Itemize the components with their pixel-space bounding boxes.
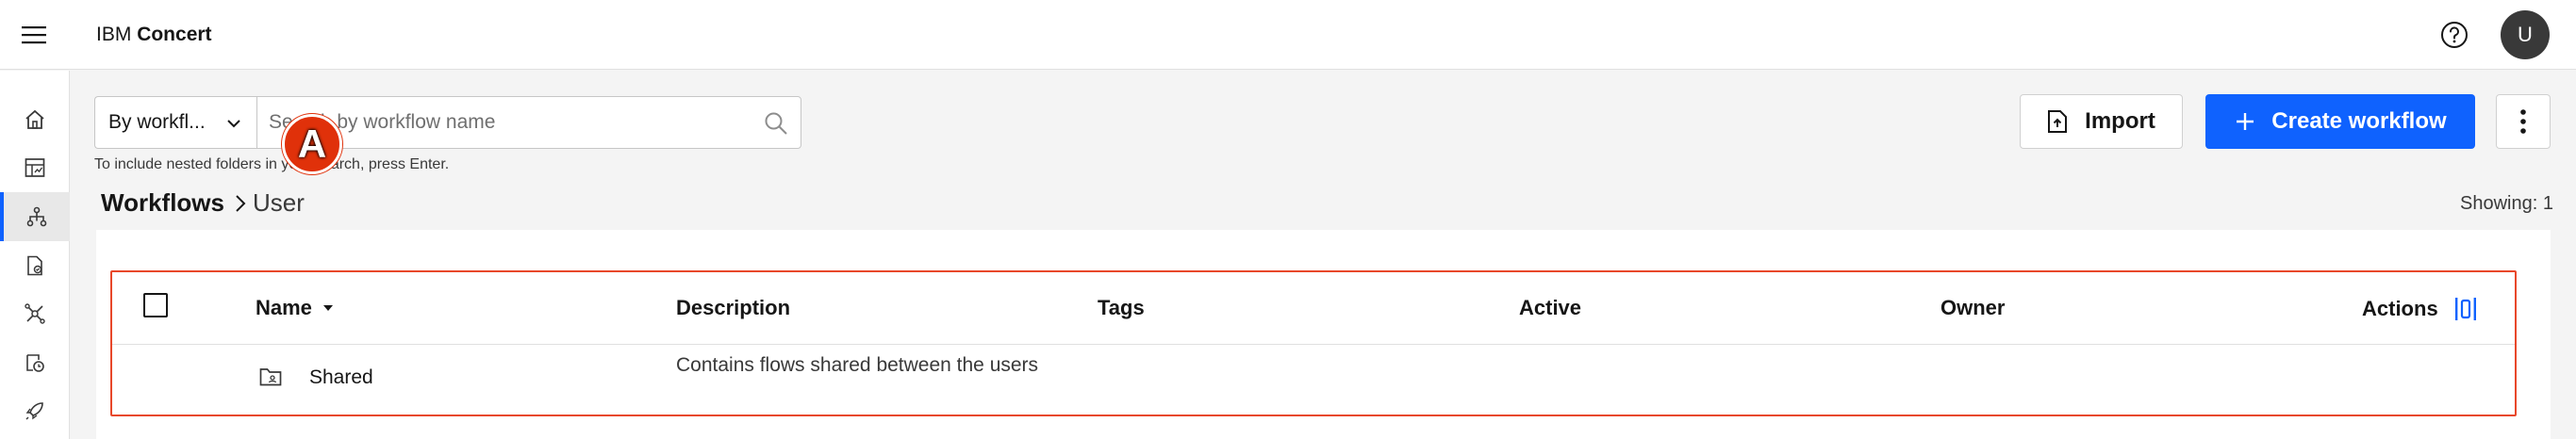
annotation-marker: A: [282, 114, 342, 174]
sidebar-item-workflows[interactable]: [0, 192, 70, 241]
overflow-menu-button[interactable]: [2496, 94, 2551, 149]
app-brand[interactable]: IBM Concert: [96, 24, 212, 46]
brand-name: Concert: [137, 23, 212, 45]
chevron-right-icon: [236, 194, 246, 212]
overflow-menu-icon: [2520, 109, 2526, 134]
breadcrumb-root[interactable]: Workflows: [101, 188, 224, 218]
schedule-icon: [26, 354, 44, 372]
table-highlight-outline: [110, 270, 2517, 416]
sidebar-item-dashboard[interactable]: [0, 143, 70, 192]
filter-value: By workfl...: [108, 111, 206, 133]
sidebar-item-home[interactable]: [0, 95, 70, 144]
chevron-down-icon: [227, 120, 240, 128]
home-icon: [25, 109, 44, 129]
search-filter-dropdown[interactable]: By workfl...: [94, 96, 256, 149]
create-workflow-label: Create workflow: [2271, 108, 2447, 134]
upload-icon: [2048, 110, 2068, 133]
user-avatar[interactable]: U: [2501, 10, 2550, 59]
menu-icon[interactable]: [0, 0, 68, 70]
sidebar-item-integrations[interactable]: [0, 289, 70, 338]
search-icon[interactable]: [763, 110, 789, 137]
sidebar-item-documents[interactable]: [0, 241, 70, 290]
workflow-icon: [26, 206, 47, 227]
import-label: Import: [2085, 108, 2155, 134]
brand-prefix: IBM: [96, 23, 132, 45]
integration-icon: [25, 303, 45, 324]
sidebar-item-deploy[interactable]: [0, 386, 70, 435]
import-button[interactable]: Import: [2020, 94, 2183, 149]
rocket-icon: [25, 402, 43, 420]
breadcrumb-current: User: [252, 188, 305, 217]
create-workflow-button[interactable]: Create workflow: [2205, 94, 2475, 149]
results-count: Showing: 1: [2460, 193, 2553, 214]
help-icon[interactable]: [2421, 0, 2487, 70]
add-icon: [2237, 113, 2254, 130]
document-icon: [27, 255, 42, 276]
breadcrumb: Workflows User: [101, 188, 305, 218]
search-hint: To include nested folders in your search…: [94, 156, 450, 172]
top-header: IBM Concert U: [0, 0, 2576, 70]
side-nav: [0, 71, 70, 439]
sidebar-item-schedule[interactable]: [0, 338, 70, 387]
dashboard-icon: [25, 158, 45, 177]
